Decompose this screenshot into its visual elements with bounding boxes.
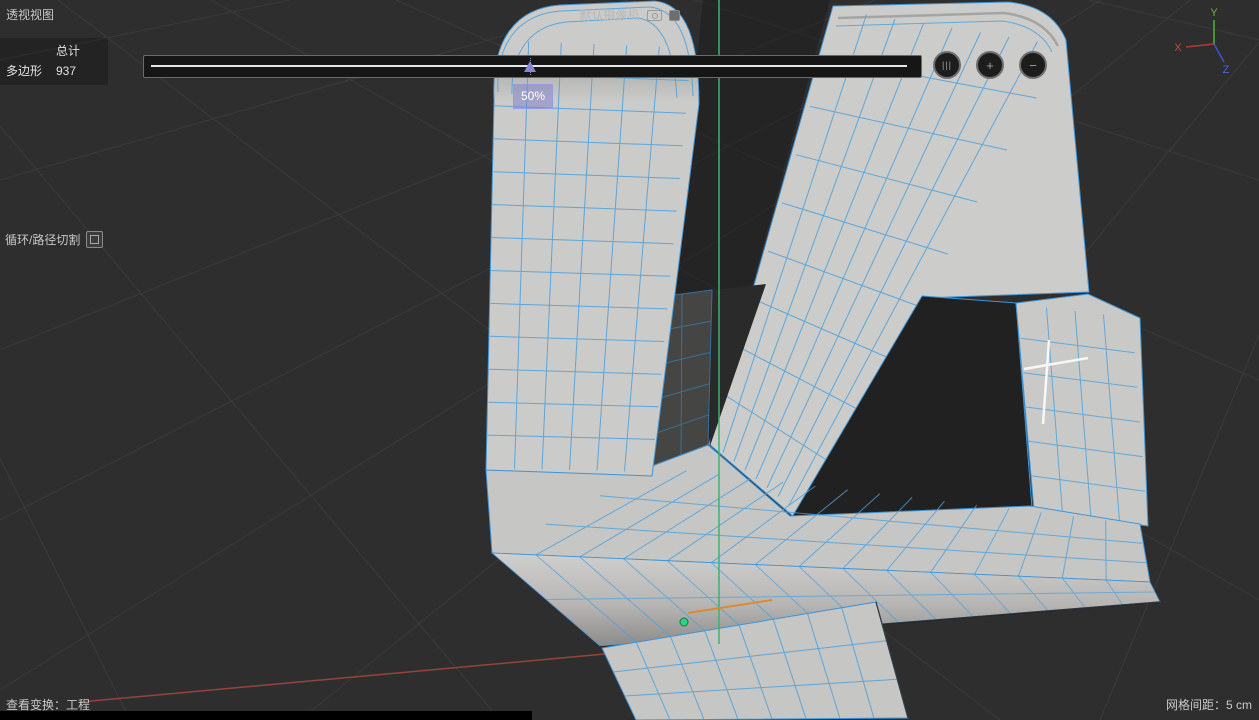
loop-cut-icon bbox=[86, 231, 103, 248]
view-label[interactable]: 透视视图 bbox=[6, 9, 54, 21]
bottom-panel-strip bbox=[0, 711, 532, 720]
viewport-canvas[interactable] bbox=[0, 0, 1259, 720]
pan-button[interactable]: ||| bbox=[933, 51, 961, 79]
viewport-nav-buttons: ||| + − bbox=[933, 51, 1047, 79]
gizmo-z-line bbox=[1214, 44, 1224, 62]
stats-total-label: 总计 bbox=[56, 45, 96, 57]
camera-lock-icon[interactable] bbox=[669, 10, 680, 21]
camera-icon[interactable] bbox=[647, 10, 662, 21]
gizmo-x-label: X bbox=[1174, 42, 1182, 54]
camera-label[interactable]: 默认摄像机 bbox=[579, 9, 679, 21]
axis-gizmo[interactable]: Y X Z bbox=[1168, 4, 1246, 80]
gizmo-x-line bbox=[1186, 44, 1214, 47]
active-tool-hint: 循环/路径切割 bbox=[5, 231, 103, 248]
gizmo-y-label: Y bbox=[1210, 7, 1218, 19]
poly-stats-panel: 总计 多边形 937 bbox=[0, 38, 108, 85]
stats-polygon-count: 937 bbox=[56, 65, 96, 77]
gizmo-z-label: Z bbox=[1223, 64, 1230, 76]
status-view-transform: 查看变换：工程 bbox=[6, 699, 90, 711]
camera-label-text: 默认摄像机 bbox=[579, 9, 639, 21]
cut-offset-slider[interactable] bbox=[143, 55, 922, 78]
zoom-out-button[interactable]: − bbox=[1019, 51, 1047, 79]
stats-polygon-label: 多边形 bbox=[6, 65, 56, 77]
stand-right-strip[interactable] bbox=[1016, 294, 1148, 526]
slider-handle[interactable] bbox=[524, 61, 536, 72]
stats-spacer bbox=[6, 45, 56, 57]
3d-viewport[interactable]: 透视视图 默认摄像机 总计 多边形 937 50% ||| + − Y X Z … bbox=[0, 0, 1259, 720]
slider-value-tooltip: 50% bbox=[513, 84, 553, 109]
active-tool-label: 循环/路径切割 bbox=[5, 234, 80, 246]
status-grid-spacing: 网格间距：5 cm bbox=[1166, 699, 1252, 711]
zoom-in-button[interactable]: + bbox=[976, 51, 1004, 79]
origin-point[interactable] bbox=[680, 618, 688, 626]
